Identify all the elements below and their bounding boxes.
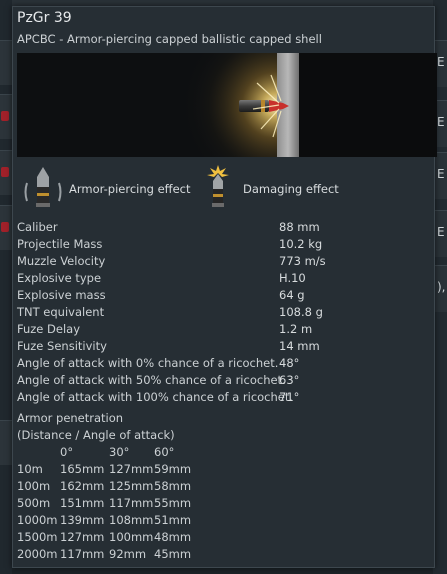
stat-label: Angle of attack with 100% chance of a ri… bbox=[17, 390, 294, 404]
stat-value: 108.8 g bbox=[279, 305, 323, 319]
stat-value: 773 m/s bbox=[279, 254, 326, 268]
ammo-marker-icon bbox=[1, 167, 9, 177]
distance-cell: 2000m bbox=[17, 547, 58, 561]
stat-row: Angle of attack with 0% chance of a rico… bbox=[17, 355, 431, 372]
penetration-cell: 108mm bbox=[109, 513, 154, 527]
stat-value: 1.2 m bbox=[279, 322, 313, 336]
stat-value: 64 g bbox=[279, 288, 305, 302]
distance-cell: 1000m bbox=[17, 513, 58, 527]
armor-piercing-effect-label: Armor-piercing effect bbox=[69, 182, 191, 196]
background-right-row[interactable]: E bbox=[433, 210, 447, 257]
penetration-row: 500m 151mm 117mm 55mm bbox=[17, 495, 431, 512]
penetration-row: 1500m 127mm 100mm 48mm bbox=[17, 529, 431, 546]
armor-penetration-subtitle: (Distance / Angle of attack) bbox=[17, 428, 175, 442]
shell-title: PzGr 39 bbox=[17, 10, 72, 26]
background-right-text: E bbox=[437, 115, 445, 129]
penetration-cell: 165mm bbox=[60, 462, 105, 476]
stat-row: Fuze Sensitivity 14 mm bbox=[17, 338, 431, 355]
distance-cell: 500m bbox=[17, 496, 51, 510]
angle-header: 30° bbox=[109, 445, 130, 459]
background-right-text: E bbox=[437, 225, 445, 239]
stat-value: 48° bbox=[279, 356, 300, 370]
damaging-effect-label: Damaging effect bbox=[243, 182, 339, 196]
penetration-cell: 51mm bbox=[154, 513, 192, 527]
stat-label: Explosive mass bbox=[17, 288, 106, 302]
penetration-cell: 125mm bbox=[109, 479, 154, 493]
explosive-shell-icon bbox=[201, 165, 235, 215]
stat-label: Fuze Delay bbox=[17, 322, 81, 336]
penetration-cell: 100mm bbox=[109, 530, 154, 544]
penetration-cell: 55mm bbox=[154, 496, 192, 510]
impact-preview-image bbox=[17, 53, 437, 157]
stat-row: Explosive type H.10 bbox=[17, 270, 431, 287]
background-left-column bbox=[0, 0, 12, 574]
stat-value: 10.2 kg bbox=[279, 237, 323, 251]
penetration-cell: 139mm bbox=[60, 513, 105, 527]
penetration-cell: 92mm bbox=[109, 547, 147, 561]
shell-stats-list: Caliber 88 mm Projectile Mass 10.2 kg Muzz… bbox=[17, 219, 431, 406]
stat-label: Muzzle Velocity bbox=[17, 254, 106, 268]
stat-row: Explosive mass 64 g bbox=[17, 287, 431, 304]
stat-row: Fuze Delay 1.2 m bbox=[17, 321, 431, 338]
penetration-cell: 127mm bbox=[109, 462, 154, 476]
background-right-text: ), bbox=[437, 280, 446, 294]
stat-label: Projectile Mass bbox=[17, 237, 103, 251]
background-left-slot[interactable] bbox=[0, 420, 12, 465]
stat-label: Explosive type bbox=[17, 271, 102, 285]
background-right-row[interactable]: E bbox=[433, 152, 447, 199]
stat-value: 71° bbox=[279, 390, 300, 404]
shell-subtitle: APCBC - Armor-piercing capped ballistic … bbox=[17, 32, 322, 46]
ammo-marker-icon bbox=[1, 222, 9, 232]
distance-cell: 100m bbox=[17, 479, 51, 493]
background-left-slot[interactable] bbox=[0, 150, 12, 195]
penetration-cell: 127mm bbox=[60, 530, 105, 544]
angle-header-row: 0° 30° 60° bbox=[17, 444, 431, 461]
angle-header: 60° bbox=[154, 445, 175, 459]
stat-row: Angle of attack with 100% chance of a ri… bbox=[17, 389, 431, 406]
ammo-marker-icon bbox=[1, 111, 9, 121]
penetration-row: 1000m 139mm 108mm 51mm bbox=[17, 512, 431, 529]
penetration-row: 100m 162mm 125mm 58mm bbox=[17, 478, 431, 495]
shell-impact-preview bbox=[17, 53, 437, 157]
stat-label: Caliber bbox=[17, 220, 58, 234]
stat-row: Muzzle Velocity 773 m/s bbox=[17, 253, 431, 270]
penetration-cell: 162mm bbox=[60, 479, 105, 493]
background-left-slot[interactable] bbox=[0, 94, 12, 139]
background-right-text: E bbox=[437, 55, 445, 69]
armor-penetration-table: Armor penetration (Distance / Angle of a… bbox=[17, 410, 431, 563]
stat-value: 63° bbox=[279, 373, 300, 387]
penetration-cell: 117mm bbox=[60, 547, 105, 561]
background-right-row[interactable]: ), bbox=[433, 265, 447, 312]
effects-row: Armor-piercing effect Damaging effect bbox=[17, 165, 431, 211]
stat-label: Angle of attack with 50% chance of a ric… bbox=[17, 373, 286, 387]
angle-header: 0° bbox=[60, 445, 74, 459]
penetration-cell: 151mm bbox=[60, 496, 105, 510]
penetration-cell: 48mm bbox=[154, 530, 192, 544]
penetration-row: 2000m 117mm 92mm 45mm bbox=[17, 546, 431, 563]
penetration-row: 10m 165mm 127mm 59mm bbox=[17, 461, 431, 478]
penetration-cell: 45mm bbox=[154, 547, 192, 561]
background-left-slot[interactable] bbox=[0, 40, 12, 85]
stat-value: H.10 bbox=[279, 271, 306, 285]
stat-row: Angle of attack with 50% chance of a ric… bbox=[17, 372, 431, 389]
armor-penetration-title: Armor penetration bbox=[17, 411, 124, 425]
penetration-cell: 117mm bbox=[109, 496, 154, 510]
stat-label: Angle of attack with 0% chance of a rico… bbox=[17, 356, 279, 370]
stat-row: Caliber 88 mm bbox=[17, 219, 431, 236]
background-left-slot[interactable] bbox=[0, 205, 12, 250]
shell-info-tooltip: PzGr 39 APCBC - Armor-piercing capped ba… bbox=[12, 6, 437, 568]
stat-row: TNT equivalent 108.8 g bbox=[17, 304, 431, 321]
stat-value: 14 mm bbox=[279, 339, 320, 353]
distance-cell: 1500m bbox=[17, 530, 58, 544]
stat-row: Projectile Mass 10.2 kg bbox=[17, 236, 431, 253]
penetration-cell: 58mm bbox=[154, 479, 192, 493]
stat-label: TNT equivalent bbox=[17, 305, 105, 319]
background-right-text: E bbox=[437, 167, 445, 181]
penetration-cell: 59mm bbox=[154, 462, 192, 476]
distance-cell: 10m bbox=[17, 462, 43, 476]
stat-label: Fuze Sensitivity bbox=[17, 339, 107, 353]
stat-value: 88 mm bbox=[279, 220, 320, 234]
armor-piercing-shell-icon bbox=[21, 165, 65, 215]
